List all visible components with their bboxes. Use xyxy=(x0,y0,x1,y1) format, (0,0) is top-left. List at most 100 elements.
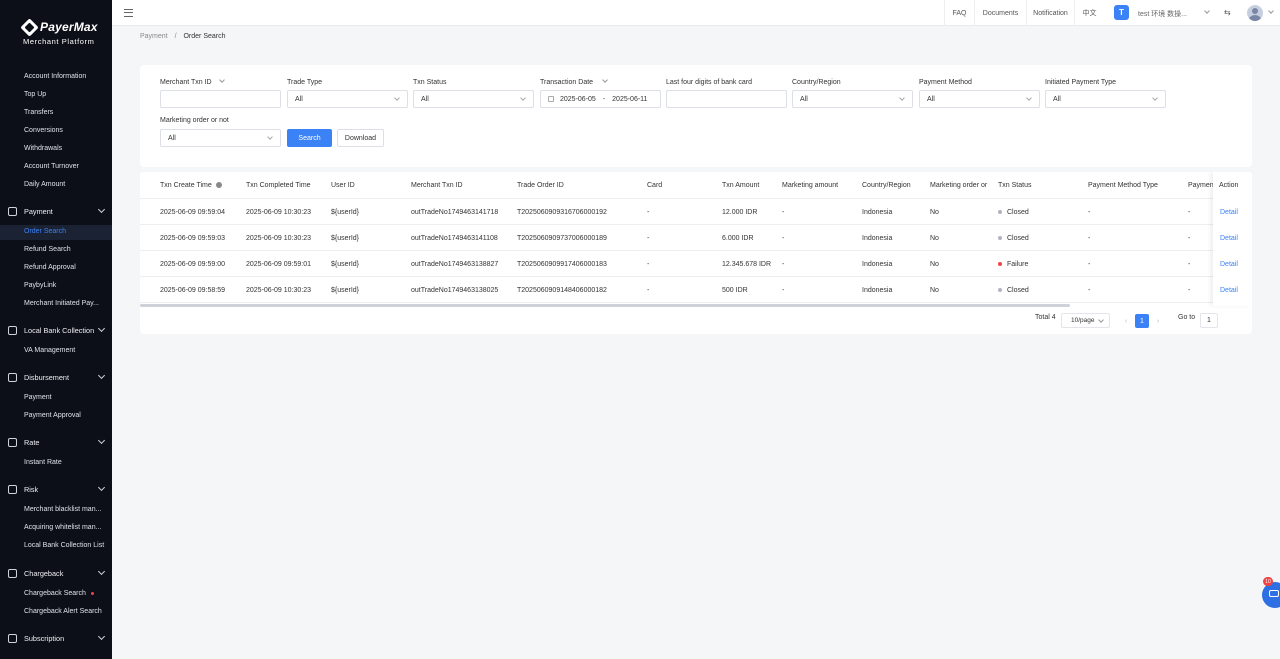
chevron-down-icon[interactable] xyxy=(1204,8,1210,14)
sidebar-group-payment[interactable]: Payment xyxy=(0,204,112,218)
brand-subtitle: Merchant Platform xyxy=(23,37,95,46)
merchant-txn-id-label[interactable]: Merchant Txn ID xyxy=(160,77,225,86)
download-button[interactable]: Download xyxy=(337,129,384,147)
card: - xyxy=(647,261,650,268)
user-id: ${userId} xyxy=(331,261,360,268)
merchant-txn-id: outTradeNo1749463141718 xyxy=(411,209,499,216)
sidebar-item-instant-rate[interactable]: Instant Rate xyxy=(24,459,62,466)
payermax-logo-icon xyxy=(20,17,39,37)
sidebar-item-disbursement-payment[interactable]: Payment xyxy=(24,394,52,401)
merchant-txn-id: outTradeNo1749463141108 xyxy=(411,235,498,242)
transaction-date-range[interactable]: 2025-06-05 - 2025-06-11 xyxy=(540,90,661,108)
menu-toggle-icon[interactable] xyxy=(124,9,133,17)
sidebar-group-disbursement[interactable]: Disbursement xyxy=(0,370,112,384)
page-number[interactable]: 1 xyxy=(1135,314,1149,328)
sidebar-item-merchant-initiated-payment[interactable]: Merchant Initiated Pay... xyxy=(24,300,99,307)
sidebar-item-account-turnover[interactable]: Account Turnover xyxy=(24,163,79,170)
initiated-payment-type-label: Initiated Payment Type xyxy=(1045,79,1117,86)
chevron-down-icon xyxy=(97,205,106,214)
detail-link[interactable]: Detail xyxy=(1220,261,1238,268)
date-start[interactable]: 2025-06-05 xyxy=(560,96,596,103)
chevron-down-icon[interactable] xyxy=(1268,8,1274,14)
sidebar-item-payment-approval[interactable]: Payment Approval xyxy=(24,412,81,419)
date-end[interactable]: 2025-06-11 xyxy=(612,96,647,103)
country-region: Indonesia xyxy=(862,209,893,216)
chevron-down-icon xyxy=(1152,95,1158,101)
support-chat-button[interactable] xyxy=(1262,582,1280,608)
sidebar-group-label: Payment xyxy=(24,206,53,216)
sidebar-item-daily-amount[interactable]: Daily Amount xyxy=(24,181,65,188)
breadcrumb-parent[interactable]: Payment xyxy=(140,33,168,40)
merchant-avatar[interactable]: T xyxy=(1114,5,1129,20)
marketing-amount: - xyxy=(782,209,785,216)
sidebar-item-local-bank-collection-list[interactable]: Local Bank Collection List xyxy=(24,542,104,549)
language-switch[interactable]: 中文 xyxy=(1074,0,1104,26)
detail-link[interactable]: Detail xyxy=(1220,235,1238,242)
detail-link[interactable]: Detail xyxy=(1220,287,1238,294)
column-header: Txn Amount xyxy=(722,182,760,189)
faq-link[interactable]: FAQ xyxy=(944,0,974,26)
prev-page-button[interactable]: ‹ xyxy=(1119,314,1133,328)
notification-link[interactable]: Notification xyxy=(1026,0,1074,26)
detail-link[interactable]: Detail xyxy=(1220,209,1238,216)
chevron-down-icon xyxy=(97,371,106,380)
chevron-down-icon xyxy=(218,77,225,83)
switch-account-icon[interactable]: ⇆ xyxy=(1224,8,1231,17)
payment-method-type: - xyxy=(1088,209,1091,216)
info-icon[interactable] xyxy=(215,182,222,189)
merchant-name[interactable]: test 环境 数操... xyxy=(1138,9,1187,19)
payment-method-select[interactable]: All xyxy=(919,90,1040,108)
trade-order-id: T2025060909737006000189 xyxy=(517,235,607,242)
sidebar-item-va-management[interactable]: VA Management xyxy=(24,347,75,354)
sidebar-item-conversions[interactable]: Conversions xyxy=(24,127,63,134)
sidebar-group-subscription[interactable]: Subscription xyxy=(0,631,112,645)
sidebar-item-paybylink[interactable]: PaybyLink xyxy=(24,282,56,289)
sidebar-item-acquiring-whitelist[interactable]: Acquiring whitelist man... xyxy=(24,524,101,531)
country-region-select[interactable]: All xyxy=(792,90,913,108)
last-four-input[interactable] xyxy=(666,90,787,108)
payment-method: - xyxy=(1188,287,1191,294)
sidebar-item-refund-approval[interactable]: Refund Approval xyxy=(24,264,76,271)
marketing-order-select[interactable]: All xyxy=(160,129,281,147)
sidebar-item-merchant-blacklist[interactable]: Merchant blacklist man... xyxy=(24,506,101,513)
select-value: All xyxy=(927,95,935,103)
merchant-txn-id-input[interactable] xyxy=(160,90,281,108)
card: - xyxy=(647,235,650,242)
sidebar-group-risk[interactable]: Risk xyxy=(0,482,112,496)
calendar-icon xyxy=(8,633,17,643)
sidebar-group-chargeback[interactable]: Chargeback xyxy=(0,566,112,580)
sidebar-item-chargeback-alert-search[interactable]: Chargeback Alert Search xyxy=(24,608,102,615)
initiated-payment-type-select[interactable]: All xyxy=(1045,90,1166,108)
user-id: ${userId} xyxy=(331,287,360,294)
transaction-date-label[interactable]: Transaction Date xyxy=(540,77,608,86)
horizontal-scrollbar[interactable] xyxy=(140,304,1070,307)
select-value: All xyxy=(1053,95,1061,103)
sidebar-item-account-information[interactable]: Account Information xyxy=(24,73,86,80)
trade-type-select[interactable]: All xyxy=(287,90,408,108)
search-button[interactable]: Search xyxy=(287,129,332,147)
marketing-amount: - xyxy=(782,235,785,242)
sidebar-item-top-up[interactable]: Top Up xyxy=(24,91,46,98)
brand-logo[interactable]: PayerMax Merchant Platform xyxy=(0,0,112,62)
documents-link[interactable]: Documents xyxy=(974,0,1026,26)
goto-page-input[interactable]: 1 xyxy=(1200,313,1218,328)
chevron-down-icon xyxy=(899,95,905,101)
sidebar-item-order-search[interactable]: Order Search xyxy=(24,228,66,235)
next-page-button[interactable]: › xyxy=(1151,314,1165,328)
page-size-select[interactable]: 10/page xyxy=(1061,313,1110,328)
txn-completed-time: 2025-06-09 10:30:23 xyxy=(246,287,311,294)
sidebar-item-withdrawals[interactable]: Withdrawals xyxy=(24,145,62,152)
sidebar-group-rate[interactable]: Rate xyxy=(0,435,112,449)
sidebar-group-label: Subscription xyxy=(24,633,65,643)
sidebar-item-transfers[interactable]: Transfers xyxy=(24,109,53,116)
txn-amount: 12.345.678 IDR xyxy=(722,261,772,268)
txn-status-select[interactable]: All xyxy=(413,90,534,108)
user-avatar-icon[interactable] xyxy=(1247,5,1263,21)
sidebar-group-local-bank-collection[interactable]: Local Bank Collection xyxy=(0,323,112,337)
status-dot-icon xyxy=(998,210,1002,215)
sidebar-item-chargeback-search[interactable]: Chargeback Search xyxy=(24,590,94,597)
country-region-label: Country/Region xyxy=(792,79,841,86)
chevron-down-icon xyxy=(97,483,106,492)
txn-amount: 12.000 IDR xyxy=(722,209,758,216)
sidebar-item-refund-search[interactable]: Refund Search xyxy=(24,246,71,253)
